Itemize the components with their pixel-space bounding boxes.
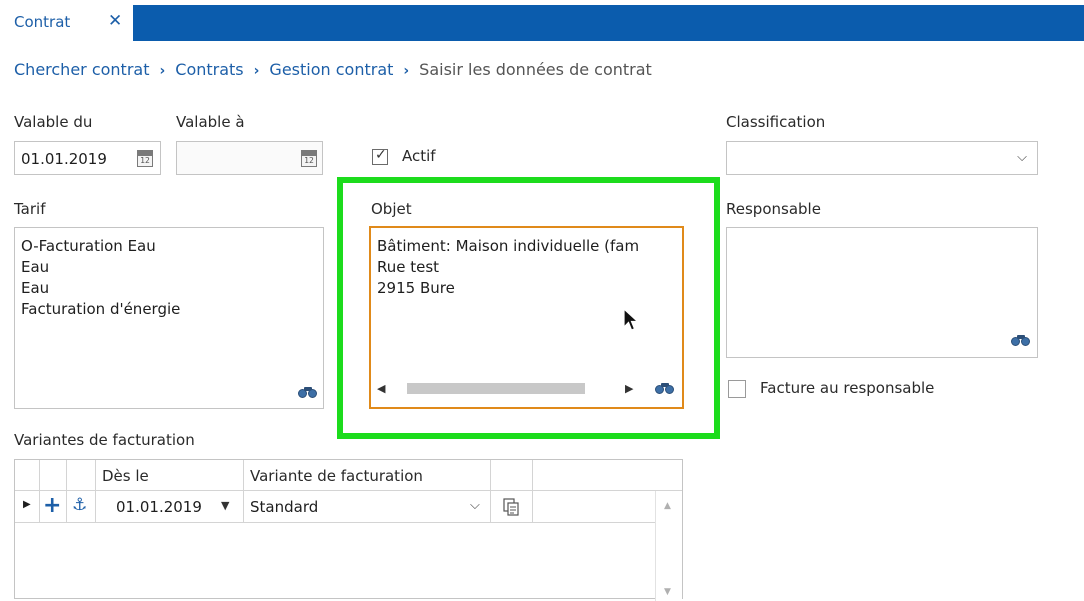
tarif-textbox[interactable]: O-Facturation Eau Eau Eau Facturation d'… xyxy=(14,227,324,409)
actif-label: Actif xyxy=(402,147,436,165)
breadcrumb-gestion-contrat[interactable]: Gestion contrat xyxy=(269,60,393,79)
scroll-right-icon[interactable]: ▶ xyxy=(625,382,633,395)
mouse-cursor-icon xyxy=(623,307,640,331)
chevron-down-icon[interactable]: ⌵ xyxy=(1017,150,1027,165)
tarif-lines: O-Facturation Eau Eau Eau Facturation d'… xyxy=(21,236,180,320)
grid-header-cell xyxy=(491,460,533,491)
tab-bar: Contrat ✕ xyxy=(0,0,1084,41)
calendar-icon[interactable]: 12 xyxy=(301,150,317,167)
objet-line: Rue test xyxy=(377,258,440,276)
binoculars-icon[interactable] xyxy=(1011,335,1031,347)
variantes-title: Variantes de facturation xyxy=(14,431,195,449)
tarif-line: Eau xyxy=(21,279,50,297)
classification-select[interactable]: ⌵ xyxy=(726,141,1038,175)
close-icon[interactable]: ✕ xyxy=(108,11,122,31)
grid-header-cell xyxy=(533,460,682,491)
tab-title: Contrat xyxy=(14,13,71,31)
facture-au-responsable-checkbox[interactable] xyxy=(728,380,746,398)
calendar-icon[interactable]: 12 xyxy=(137,150,153,167)
breadcrumb-chercher-contrat[interactable]: Chercher contrat xyxy=(14,60,149,79)
binoculars-icon[interactable] xyxy=(655,383,675,395)
check-icon: ✓ xyxy=(375,147,387,163)
copy-cell[interactable] xyxy=(491,491,533,522)
scrollbar-thumb[interactable] xyxy=(407,383,585,394)
table-row[interactable]: ▶ + ⚓ 01.01.2019 ▼ Standard ⌵ xyxy=(15,491,655,523)
scroll-down-icon[interactable]: ▼ xyxy=(664,587,671,597)
valable-du-input[interactable]: 01.01.2019 12 xyxy=(14,141,161,175)
facture-au-responsable-label: Facture au responsable xyxy=(760,379,935,397)
tab-bar-fill xyxy=(133,5,1084,41)
grid-header-label: Variante de facturation xyxy=(250,467,423,485)
tarif-line: Eau xyxy=(21,258,50,276)
chevron-right-icon: › xyxy=(159,63,166,79)
tarif-line: Facturation d'énergie xyxy=(21,300,181,318)
grid-header-cell xyxy=(15,460,40,491)
grid-header-cell xyxy=(67,460,96,491)
horizontal-scrollbar[interactable]: ◀ ▶ xyxy=(373,380,637,396)
variante-cell[interactable]: Standard ⌵ xyxy=(244,491,491,522)
grid-header-cell xyxy=(40,460,67,491)
tab-contrat[interactable]: Contrat ✕ xyxy=(0,0,133,41)
grid-header-label: Dès le xyxy=(102,467,149,485)
binoculars-icon[interactable] xyxy=(298,387,318,399)
row-pointer-icon: ▶ xyxy=(23,499,31,510)
scroll-left-icon[interactable]: ◀ xyxy=(377,382,385,395)
objet-line: 2915 Bure xyxy=(377,279,455,297)
scroll-up-icon[interactable]: ▲ xyxy=(664,501,671,511)
add-cell[interactable]: + xyxy=(40,491,67,522)
copy-icon[interactable] xyxy=(503,498,519,516)
dropdown-arrow-icon[interactable]: ▼ xyxy=(221,499,229,512)
vertical-scrollbar[interactable]: ▲ ▼ xyxy=(655,491,682,601)
breadcrumb: Chercher contrat › Contrats › Gestion contra… xyxy=(14,60,652,79)
tarif-label: Tarif xyxy=(14,200,46,218)
plus-icon[interactable]: + xyxy=(43,493,61,518)
objet-label: Objet xyxy=(371,200,412,218)
classification-label: Classification xyxy=(726,113,826,131)
chevron-down-icon[interactable]: ⌵ xyxy=(470,498,480,513)
objet-lines: Bâtiment: Maison individuelle (fam Rue t… xyxy=(377,236,639,299)
valable-a-input[interactable]: 12 xyxy=(176,141,323,175)
responsable-label: Responsable xyxy=(726,200,821,218)
variante-value: Standard xyxy=(250,498,319,516)
responsable-textbox[interactable] xyxy=(726,227,1038,358)
breadcrumb-current: Saisir les données de contrat xyxy=(419,60,652,79)
chevron-right-icon: › xyxy=(253,63,260,79)
grid-header-des-le[interactable]: Dès le xyxy=(96,460,244,491)
actif-checkbox[interactable]: ✓ xyxy=(372,147,388,165)
variantes-grid: Dès le Variante de facturation ▶ + ⚓ 01.… xyxy=(14,459,683,601)
valable-du-value: 01.01.2019 xyxy=(21,150,107,168)
objet-line: Bâtiment: Maison individuelle (fam xyxy=(377,237,640,255)
row-indicator: ▶ xyxy=(15,491,40,522)
valable-a-label: Valable à xyxy=(176,113,245,131)
tarif-line: O-Facturation Eau xyxy=(21,237,156,255)
des-le-cell[interactable]: 01.01.2019 ▼ xyxy=(96,491,244,522)
grid-header-variante[interactable]: Variante de facturation xyxy=(244,460,491,491)
chevron-right-icon: › xyxy=(403,63,410,79)
anchor-icon[interactable]: ⚓ xyxy=(72,495,87,515)
des-le-value: 01.01.2019 xyxy=(116,498,202,516)
anchor-cell[interactable]: ⚓ xyxy=(67,491,96,522)
breadcrumb-contrats[interactable]: Contrats xyxy=(175,60,243,79)
valable-du-label: Valable du xyxy=(14,113,93,131)
